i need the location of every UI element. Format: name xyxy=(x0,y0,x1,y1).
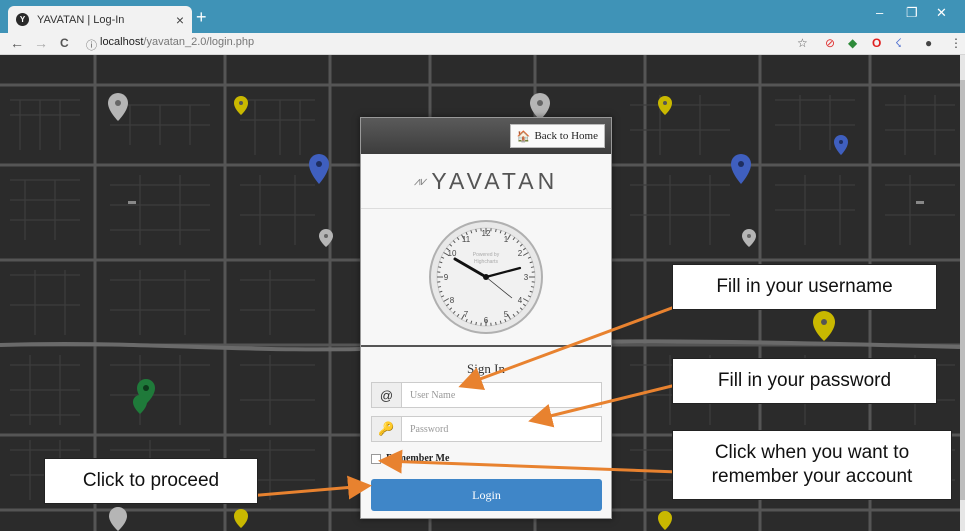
password-field: 🔑 xyxy=(371,416,602,442)
address-bar: ← → C ⓘ localhost/yavatan_2.0/login.php … xyxy=(0,33,965,55)
tab-close-icon[interactable]: × xyxy=(176,12,184,28)
tab-bar: Y YAVATAN | Log-In × + – ❐ ✕ xyxy=(0,0,965,33)
clock-numeral: 3 xyxy=(524,273,529,282)
url-host: localhost xyxy=(100,36,144,48)
browser-window: Y YAVATAN | Log-In × + – ❐ ✕ ← → C ⓘ loc… xyxy=(0,0,965,531)
callout-remember: Click when you want to remember your acc… xyxy=(672,430,952,500)
bookmark-star-icon[interactable]: ☆ xyxy=(797,36,808,50)
clock-numeral: 4 xyxy=(518,296,523,305)
clock-numeral: 1 xyxy=(504,235,509,244)
analog-clock: 12 1 2 3 4 5 6 7 8 9 10 11 Powered by Hi… xyxy=(429,220,543,334)
clock-numeral: 6 xyxy=(484,316,489,325)
marker-gray-pin-icon[interactable] xyxy=(109,507,127,531)
marker-yellow-pin-icon[interactable] xyxy=(658,96,672,115)
profile-icon[interactable]: ● xyxy=(925,36,932,50)
maximize-button[interactable]: ❐ xyxy=(906,5,918,21)
marker-green-pin-icon[interactable] xyxy=(133,395,147,414)
clock-numeral: 5 xyxy=(504,310,509,319)
sign-in-title: Sign In xyxy=(467,361,505,376)
login-card: 🏠 Back to Home ⩘⩗ YAVATAN 12 1 2 3 4 5 6… xyxy=(360,117,612,519)
marker-gray-pin-icon[interactable] xyxy=(319,229,333,247)
callout-password: Fill in your password xyxy=(672,358,937,404)
password-input[interactable] xyxy=(402,417,601,441)
reload-icon[interactable]: C xyxy=(60,36,69,50)
remember-me-label: Remember Me xyxy=(386,453,450,464)
clock-numeral: 2 xyxy=(518,249,523,258)
browser-tab[interactable]: Y YAVATAN | Log-In × xyxy=(8,6,192,33)
at-sign-icon: @ xyxy=(372,383,402,407)
home-icon: 🏠 xyxy=(516,130,531,143)
extension-globe-icon[interactable]: ◆ xyxy=(848,36,857,50)
clock-numeral: 11 xyxy=(462,235,471,244)
extension-opera-icon[interactable]: O xyxy=(872,36,881,50)
marker-gray-pin-icon[interactable] xyxy=(108,93,128,121)
marker-blue-pin-icon[interactable] xyxy=(309,154,329,184)
clock-numeral: 10 xyxy=(448,249,457,258)
marker-gray-pin-icon[interactable] xyxy=(530,93,550,120)
close-window-button[interactable]: ✕ xyxy=(936,5,947,21)
clock-tick xyxy=(475,228,477,233)
brand-mark-icon: ⩘⩗ xyxy=(413,173,428,188)
clock-tick xyxy=(475,321,477,326)
key-icon: 🔑 xyxy=(372,417,402,441)
login-button[interactable]: Login xyxy=(371,479,602,511)
marker-yellow-pin-icon[interactable] xyxy=(234,96,248,115)
forward-arrow-icon[interactable]: → xyxy=(34,35,48,51)
username-field: @ xyxy=(371,382,602,408)
clock-vendor: Highcharts xyxy=(474,259,498,265)
extension-stop-icon[interactable]: ⊘ xyxy=(825,36,835,50)
marker-yellow-pin-icon[interactable] xyxy=(813,311,835,341)
back-to-home-label: Back to Home xyxy=(534,130,598,142)
remember-me-checkbox[interactable] xyxy=(371,453,381,464)
clock-tick xyxy=(530,286,535,288)
url-field[interactable]: localhost/yavatan_2.0/login.php xyxy=(100,36,254,48)
clock-numeral: 9 xyxy=(444,273,449,282)
tab-title: YAVATAN | Log-In xyxy=(37,13,125,26)
clock-numeral: 12 xyxy=(482,229,491,238)
back-to-home-button[interactable]: 🏠 Back to Home xyxy=(509,124,605,148)
url-path: /yavatan_2.0/login.php xyxy=(143,36,255,48)
yavatan-favicon-icon: Y xyxy=(16,13,29,26)
marker-blue-pin-icon[interactable] xyxy=(731,154,751,184)
clock-tick xyxy=(495,228,497,233)
marker-blue-pin-icon[interactable] xyxy=(834,135,848,155)
info-icon[interactable]: ⓘ xyxy=(86,37,97,53)
new-tab-button[interactable]: + xyxy=(196,8,207,26)
clock-tick xyxy=(437,286,442,288)
callout-proceed: Click to proceed xyxy=(44,458,258,504)
clock-tick xyxy=(530,266,535,268)
marker-gray-pin-icon[interactable] xyxy=(742,229,756,247)
clock-numeral: 7 xyxy=(464,310,469,319)
card-header: 🏠 Back to Home xyxy=(361,118,611,154)
username-input[interactable] xyxy=(402,383,601,407)
marker-yellow-pin-icon[interactable] xyxy=(658,511,672,530)
clock-widget: 12 1 2 3 4 5 6 7 8 9 10 11 Powered by Hi… xyxy=(361,209,611,347)
extension-check-icon[interactable]: ☇ xyxy=(895,36,902,50)
clock-tick xyxy=(437,266,442,268)
clock-powered-by: Powered by xyxy=(473,252,500,258)
clock-numeral: 8 xyxy=(450,296,455,305)
remember-me[interactable]: Remember Me xyxy=(371,453,449,464)
clock-tick xyxy=(495,321,497,326)
brand-logo: ⩘⩗ YAVATAN xyxy=(361,154,611,209)
menu-kebab-icon[interactable]: ⋮ xyxy=(950,36,962,50)
marker-yellow-pin-icon[interactable] xyxy=(234,509,248,528)
brand-name: YAVATAN xyxy=(431,167,559,194)
minimize-button[interactable]: – xyxy=(876,5,883,20)
callout-username: Fill in your username xyxy=(672,264,937,310)
back-arrow-icon[interactable]: ← xyxy=(10,35,24,51)
page-scrollbar-thumb[interactable] xyxy=(960,80,965,500)
